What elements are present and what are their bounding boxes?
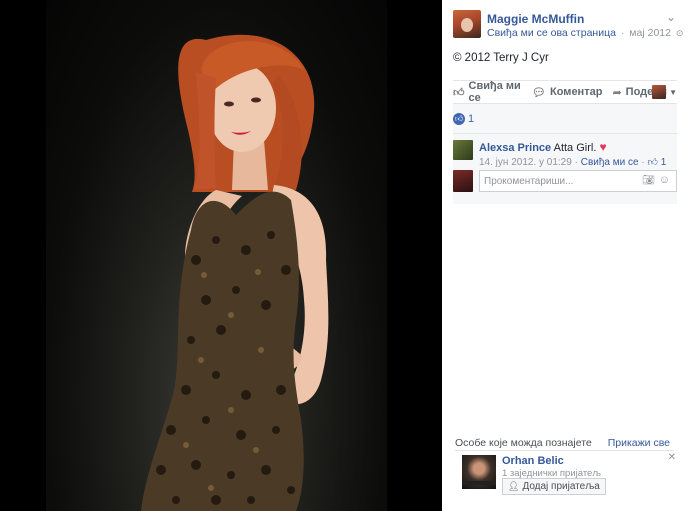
like-button[interactable]: 👍︎ Свиђа ми се [453, 80, 522, 104]
camera-icon[interactable]: 📷︎ [642, 175, 655, 186]
edit-history-icon: ⊙ [675, 28, 684, 38]
comment-date[interactable]: 14. јун 2012. у 01:29 [479, 157, 572, 168]
comment-body: Alexsa Prince Atta Girl. ♥ [479, 140, 607, 154]
pymk-title: Особе које можда познајете [455, 437, 592, 449]
thumbs-up-icon: 👍︎ [453, 86, 465, 99]
comment-button[interactable]: 💬︎ Коментар [532, 86, 602, 99]
comment-meta: 14. јун 2012. у 01:29 · Свиђа ми се · 👍︎… [479, 157, 667, 168]
reactions-bar[interactable]: 👍︎ 1 [453, 104, 677, 134]
like-page-link[interactable]: Свиђа ми се ова страница [487, 27, 616, 39]
post-actions: 👍︎ Свиђа ми се 💬︎ Коментар ➦ Подели ▼ [453, 80, 677, 104]
post-date[interactable]: мај 2012 [629, 27, 671, 39]
author-avatar[interactable] [453, 10, 481, 38]
commenter-avatar[interactable] [453, 140, 473, 160]
post-caption: © 2012 Terry J Cyr [453, 52, 549, 64]
heart-emoji-icon: ♥ [599, 140, 607, 154]
close-icon[interactable]: ✕ [668, 452, 676, 463]
post-side-panel: Maggie McMuffin Свиђа ми се ова страница… [442, 0, 688, 511]
comments-section: Alexsa Prince Atta Girl. ♥ 14. јун 2012.… [453, 134, 677, 204]
photo-stage [0, 0, 442, 511]
author-name[interactable]: Maggie McMuffin [487, 12, 584, 26]
divider [455, 450, 674, 451]
pymk-header: Особе које можда познајете Прикажи све [442, 434, 688, 452]
post-meta: Свиђа ми се ова страница · мај 2012 ⊙ · … [487, 27, 684, 39]
people-you-may-know: Особе које можда познајете Прикажи све O… [442, 434, 688, 511]
comment-like-count[interactable]: 1 [661, 157, 667, 168]
comment-like-icon: 👍︎ [647, 157, 658, 168]
reaction-count[interactable]: 1 [468, 113, 474, 125]
comment-like-link[interactable]: Свиђа ми се [581, 157, 639, 168]
add-friend-button[interactable]: 👤︎ Додај пријатеља [502, 478, 606, 495]
viewer-selector[interactable]: ▼ [652, 85, 677, 99]
add-friend-icon: 👤︎ [508, 481, 520, 491]
emoji-icon[interactable]: ☺ [659, 174, 670, 186]
comment-composer: 📷︎ ☺ [453, 170, 677, 194]
comment-icon: 💬︎ [532, 86, 547, 99]
suggested-person-name[interactable]: Orhan Belic [502, 455, 564, 467]
caret-down-icon: ▼ [669, 87, 677, 97]
like-reaction-icon: 👍︎ [453, 112, 465, 125]
see-all-link[interactable]: Прикажи све [608, 437, 670, 449]
comment-text: Atta Girl. [553, 142, 597, 154]
viewer-avatar [652, 85, 667, 99]
comment-label: Коментар [550, 86, 603, 98]
comment-item: Alexsa Prince Atta Girl. ♥ 14. јун 2012.… [453, 140, 677, 170]
suggested-person-avatar[interactable] [462, 455, 496, 489]
commenter-name[interactable]: Alexsa Prince [479, 142, 551, 154]
post-header: Maggie McMuffin Свиђа ми се ова страница… [442, 0, 688, 44]
post-photo[interactable] [46, 0, 387, 511]
share-icon: ➦ [612, 86, 622, 99]
add-friend-label: Додај пријатеља [522, 481, 600, 492]
current-user-avatar [453, 170, 473, 192]
like-label: Свиђа ми се [468, 80, 521, 104]
photo-illustration [141, 34, 329, 511]
pymk-card: Orhan Belic 1 заједнички пријатељ 👤︎ Дод… [462, 452, 676, 495]
chevron-down-icon[interactable]: ⌄ [666, 10, 676, 24]
